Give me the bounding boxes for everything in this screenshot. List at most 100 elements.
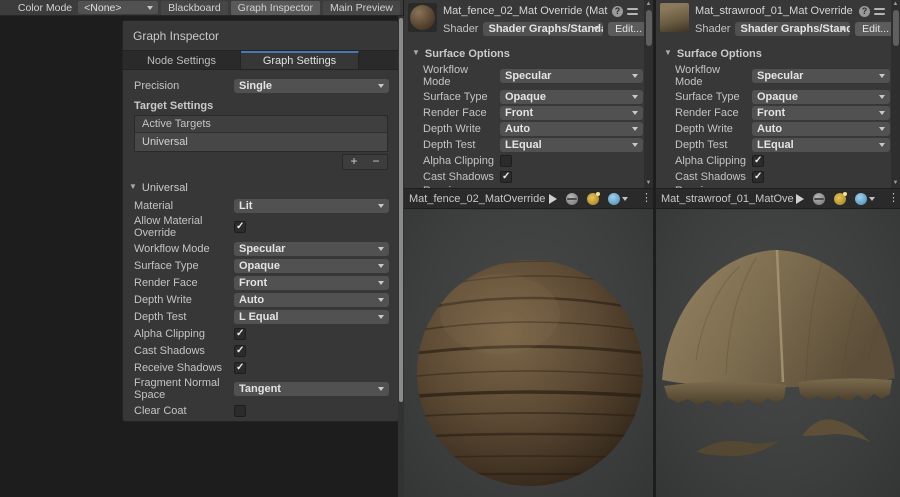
inspector-tabs: Node Settings Graph Settings [123,50,398,70]
precision-value: Single [239,80,272,92]
universal-foldout[interactable]: ▼ Universal [129,179,389,196]
target-settings-header: Target Settings [134,100,389,112]
tab-node-settings[interactable]: Node Settings [123,51,241,69]
setting-label: Depth Write [663,123,752,135]
scroll-up-icon[interactable]: ▲ [891,0,900,9]
depth-write-dropdown[interactable]: Auto [234,293,389,307]
alpha-clipping-checkbox[interactable] [500,155,512,167]
precision-dropdown[interactable]: Single [234,79,389,93]
workflow-mode-dropdown[interactable]: Specular [752,69,890,83]
shader-dropdown[interactable]: Shader Graphs/Standard_lv [483,22,603,36]
workflow-mode-dropdown[interactable]: Specular [234,242,389,256]
material-preview-bar: Mat_strawroof_01_MatOve ⋮ [656,188,900,209]
material-dropdown[interactable]: Lit [234,199,389,213]
play-icon[interactable] [796,194,804,204]
target-item-universal[interactable]: Universal [135,133,387,151]
render-face-dropdown[interactable]: Front [234,276,389,290]
setting-value: Front [239,277,267,289]
setting-value: LEqual [505,139,542,151]
alpha-clipping-checkbox[interactable] [752,155,764,167]
material-inspector-strawroof: Mat_strawroof_01_Mat Override (M ? ⋮ Sha… [656,0,900,497]
scrollbar-thumb[interactable] [399,18,403,402]
scroll-up-icon[interactable]: ▲ [644,0,653,9]
environment-dropdown[interactable] [855,193,875,205]
receive-shadows-checkbox[interactable] [234,362,246,374]
add-target-button[interactable]: + [343,155,365,169]
edit-shader-button[interactable]: Edit... [608,22,649,36]
setting-value: LEqual [757,139,794,151]
environment-dropdown[interactable] [608,193,628,205]
material-thumbnail[interactable] [408,3,437,32]
scroll-down-icon[interactable]: ▼ [644,179,653,188]
workflow-mode-dropdown[interactable]: Specular [500,69,643,83]
cast-shadows-checkbox[interactable] [234,345,246,357]
help-icon[interactable]: ? [859,6,870,17]
fence-panel-scrollbar[interactable]: ▲ ▼ [644,0,653,188]
active-targets-list: Active Targets Universal [134,115,388,152]
setting-label: Workflow Mode [663,64,752,88]
presets-icon[interactable] [874,6,885,17]
preview-sphere-icon[interactable] [566,193,578,205]
color-mode-dropdown[interactable]: <None> [78,1,158,14]
panel-title: Graph Inspector [123,21,398,50]
depth-write-dropdown[interactable]: Auto [752,122,890,136]
surface-options-label: Surface Options [425,48,510,60]
custom-editor-gui-input[interactable] [234,421,389,423]
clear-coat-checkbox[interactable] [234,405,246,417]
edit-shader-button[interactable]: Edit... [855,22,896,36]
lighting-icon[interactable] [834,193,846,205]
depth-write-dropdown[interactable]: Auto [500,122,643,136]
foldout-arrow-icon: ▼ [664,48,672,57]
graph-inspector-button[interactable]: Graph Inspector [231,1,320,15]
surface-type-dropdown[interactable]: Opaque [500,90,643,104]
shader-dropdown[interactable]: Shader Graphs/Standard_ [735,22,850,36]
setting-value: Opaque [505,91,546,103]
surface-options-foldout[interactable]: ▼ Surface Options [664,45,890,62]
help-icon[interactable]: ? [612,6,623,17]
setting-label: Workflow Mode [411,64,500,88]
depth-test-dropdown[interactable]: L Equal [234,310,389,324]
scrollbar-thumb[interactable] [893,10,899,46]
material-thumbnail[interactable] [660,3,689,32]
depth-test-dropdown[interactable]: LEqual [500,138,643,152]
depth-test-dropdown[interactable]: LEqual [752,138,890,152]
remove-target-button[interactable]: − [365,155,387,169]
setting-label: Depth Write [134,294,234,306]
surface-type-dropdown[interactable]: Opaque [234,259,389,273]
lighting-icon[interactable] [587,193,599,205]
cast-shadows-checkbox[interactable] [752,171,764,183]
surface-type-dropdown[interactable]: Opaque [752,90,890,104]
presets-icon[interactable] [627,6,638,17]
setting-value: Tangent [239,383,281,395]
setting-label: Depth Test [411,139,500,151]
play-icon[interactable] [549,194,557,204]
strawroof-panel-scrollbar[interactable]: ▲ ▼ [891,0,900,188]
material-header: Mat_strawroof_01_Mat Override (M ? ⋮ Sha… [656,0,900,36]
render-face-dropdown[interactable]: Front [752,106,890,120]
allow-material-override-checkbox[interactable] [234,221,246,233]
setting-value: Opaque [757,91,798,103]
scroll-down-icon[interactable]: ▼ [891,179,900,188]
tab-graph-settings[interactable]: Graph Settings [241,51,359,69]
surface-options-label: Surface Options [677,48,762,60]
blackboard-button[interactable]: Blackboard [161,1,228,15]
cast-shadows-checkbox[interactable] [500,171,512,183]
kebab-menu-icon[interactable]: ⋮ [641,193,648,204]
material-preview-straw-roof[interactable] [656,210,900,497]
alpha-clipping-checkbox[interactable] [234,328,246,340]
graph-inspector-panel: Graph Inspector Node Settings Graph Sett… [122,20,399,422]
setting-label: Cast Shadows [663,171,752,183]
render-face-dropdown[interactable]: Front [500,106,643,120]
setting-label: Custom Editor GUI [134,422,234,423]
scrollbar-thumb[interactable] [646,10,652,46]
setting-value: Front [757,107,785,119]
fragment-normal-space-dropdown[interactable]: Tangent [234,382,389,396]
setting-label: Surface Type [411,91,500,103]
shader-value: Shader Graphs/Standard_lv [488,23,603,35]
surface-options-foldout[interactable]: ▼ Surface Options [412,45,643,62]
setting-label: Render Face [663,107,752,119]
main-preview-button[interactable]: Main Preview [323,1,400,15]
preview-sphere-icon[interactable] [813,193,825,205]
material-preview-wood-sphere[interactable] [404,210,653,497]
kebab-menu-icon[interactable]: ⋮ [888,193,895,204]
